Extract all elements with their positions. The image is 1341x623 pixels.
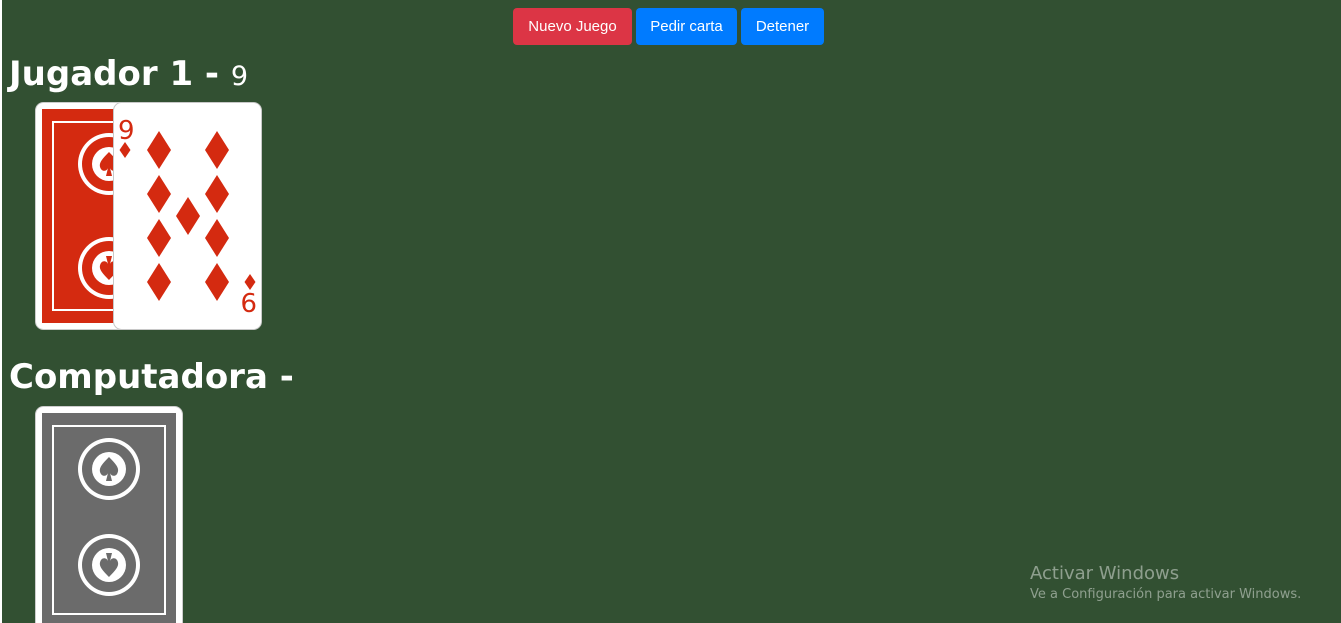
new-game-button[interactable]: Nuevo Juego <box>513 8 632 45</box>
windows-activation-watermark: Activar Windows Ve a Configuración para … <box>1030 563 1301 604</box>
card-rank-bottom: 9 <box>240 286 257 316</box>
blackjack-page: Nuevo Juego Pedir carta Detener Jugador … <box>0 0 1341 623</box>
acbl-emblem-icon <box>78 534 140 596</box>
computer-card-back <box>35 406 183 623</box>
card-rank-top: 9 <box>118 116 135 146</box>
watermark-subtitle: Ve a Configuración para activar Windows. <box>1030 587 1302 602</box>
game-toolbar: Nuevo Juego Pedir carta Detener <box>513 8 828 45</box>
computer-title: Computadora - <box>9 357 294 397</box>
draw-card-button[interactable]: Pedir carta <box>636 8 737 45</box>
computer-heading: Computadora - <box>9 357 294 400</box>
player-heading: Jugador 1 - 9 <box>9 54 248 97</box>
player-title: Jugador 1 - <box>9 54 231 94</box>
window-edge <box>0 0 2 623</box>
player-card-nine-of-diamonds: 9 9 <box>113 102 262 330</box>
acbl-emblem-icon <box>78 438 140 500</box>
player-score: 9 <box>230 61 249 92</box>
watermark-title: Activar Windows <box>1030 563 1180 584</box>
stop-button[interactable]: Detener <box>741 8 824 45</box>
